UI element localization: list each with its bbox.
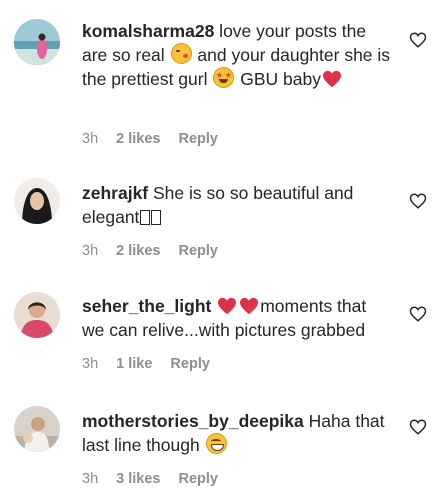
grinning-face-emoji [205, 433, 227, 454]
avatar[interactable] [14, 19, 60, 65]
comment-text: motherstories_by_deepika Haha that last … [82, 409, 392, 457]
missing-glyph-icon [151, 210, 162, 225]
comment-time: 3h [82, 471, 99, 487]
reply-button[interactable]: Reply [178, 471, 218, 487]
comment-likes[interactable]: 1 like [116, 356, 152, 372]
avatar-photo [14, 19, 60, 65]
red-heart-emoji [240, 297, 259, 315]
comment-meta: 3h 1 like Reply [82, 355, 228, 373]
kissing-face-emoji [170, 43, 192, 64]
comment-text: komalsharma28 love your posts the are so… [82, 19, 392, 91]
avatar-photo [14, 292, 60, 338]
avatar-photo [14, 178, 60, 224]
avatar[interactable] [14, 178, 60, 224]
heart-outline-icon[interactable] [409, 192, 427, 210]
avatar[interactable] [14, 292, 60, 338]
comment-username[interactable]: zehrajkf [82, 183, 148, 203]
reply-button[interactable]: Reply [178, 131, 218, 147]
comment-username[interactable]: komalsharma28 [82, 21, 214, 41]
comment-body: GBU baby [235, 69, 321, 89]
comment-likes[interactable]: 2 likes [116, 131, 160, 147]
comment-time: 3h [82, 243, 99, 259]
comment-text: seher_the_light moments that we can reli… [82, 294, 392, 342]
comment-time: 3h [82, 356, 99, 372]
comment-text: zehrajkf She is so so beautiful and eleg… [82, 181, 392, 229]
comment-time: 3h [82, 131, 99, 147]
comment-username[interactable]: seher_the_light [82, 296, 211, 316]
comment-likes[interactable]: 2 likes [116, 243, 160, 259]
comment-meta: 3h 2 likes Reply [82, 130, 236, 148]
avatar[interactable] [14, 406, 60, 452]
avatar-photo [14, 406, 60, 452]
reply-button[interactable]: Reply [178, 243, 218, 259]
red-heart-emoji [218, 297, 237, 315]
star-struck-emoji [213, 67, 235, 88]
red-heart-emoji [322, 70, 341, 88]
comment-body [211, 296, 216, 316]
comment-likes[interactable]: 3 likes [116, 471, 160, 487]
comment-meta: 3h 3 likes Reply [82, 470, 236, 488]
heart-outline-icon[interactable] [409, 31, 427, 49]
heart-outline-icon[interactable] [409, 305, 427, 323]
comment-meta: 3h 2 likes Reply [82, 242, 236, 260]
missing-glyph-icon [140, 210, 151, 225]
comment-username[interactable]: motherstories_by_deepika [82, 411, 304, 431]
reply-button[interactable]: Reply [170, 356, 210, 372]
heart-outline-icon[interactable] [409, 418, 427, 436]
